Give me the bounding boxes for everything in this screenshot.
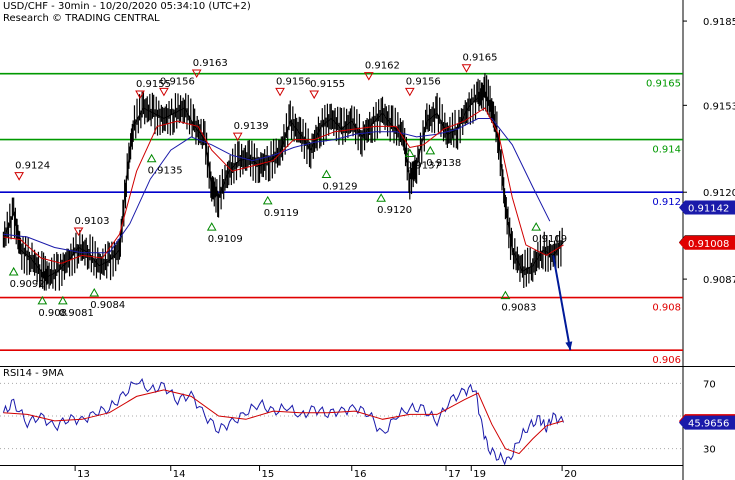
rsi-line xyxy=(2,377,564,466)
swing-high-label: 0.9162 xyxy=(365,61,400,72)
swing-low-marker xyxy=(404,148,415,157)
forecast-arrow-head xyxy=(565,341,573,351)
swing-high-label: 0.9124 xyxy=(15,161,50,172)
level-label-pivot: 0.912 xyxy=(652,197,681,208)
swing-high-marker xyxy=(404,87,415,97)
time-tick-label: 19 xyxy=(473,469,486,480)
price-tag-label: 0.91142 xyxy=(688,203,729,214)
swing-low-label: 0.9135 xyxy=(148,166,183,177)
level-label-resistance: 0.9165 xyxy=(646,79,681,90)
swing-low-label: 0.9120 xyxy=(377,205,412,216)
swing-low-label: 0.9092 xyxy=(10,279,45,290)
swing-low-label: 0.9109 xyxy=(532,234,567,245)
swing-low-marker xyxy=(146,153,157,163)
swing-low-label: 0.9083 xyxy=(501,303,536,314)
swing-low-marker xyxy=(262,195,273,205)
time-tick-label: 15 xyxy=(262,469,275,480)
swing-low-marker xyxy=(206,222,217,231)
swing-low-marker xyxy=(89,287,100,297)
swing-high-marker xyxy=(14,172,24,181)
swing-low-label: 0.9084 xyxy=(90,300,125,311)
swing-high-label: 0.9103 xyxy=(75,216,110,227)
level-label-resistance: 0.914 xyxy=(652,145,681,156)
swing-low-label: 0.9119 xyxy=(264,208,299,219)
swing-low-marker xyxy=(425,145,436,155)
rsi-tick-label: 70 xyxy=(703,379,716,390)
swing-high-label: 0.9139 xyxy=(234,121,269,132)
swing-high-label: 0.9156 xyxy=(276,76,311,87)
swing-low-label: 0.9109 xyxy=(208,234,243,245)
swing-low-label: 0.9081 xyxy=(59,308,94,319)
swing-low-marker xyxy=(8,266,19,276)
rsi-tag-label: 45.9656 xyxy=(688,419,729,430)
time-tick-label: 13 xyxy=(77,469,90,480)
swing-low-marker xyxy=(321,169,332,179)
swing-high-marker xyxy=(275,87,285,97)
swing-high-label: 0.9156 xyxy=(160,76,195,87)
level-label-support: 0.908 xyxy=(652,303,681,314)
price-chart: 0.9087 0.9120 0.9153 0.9185 0.9165 0.914 0.912… xyxy=(0,0,735,480)
rsi-tick-label: 30 xyxy=(703,445,716,456)
forecast-arrow-shaft xyxy=(552,255,572,351)
swing-low-marker xyxy=(531,222,542,231)
swing-low-label: 0.9129 xyxy=(322,182,357,193)
swing-high-label: 0.9156 xyxy=(406,76,441,87)
price-tick-label: 0.9087 xyxy=(703,275,735,286)
swing-high-label: 0.9163 xyxy=(193,58,228,69)
swing-high-marker xyxy=(461,64,472,73)
price-tick-label: 0.9185 xyxy=(703,17,735,28)
price-tick-label: 0.9120 xyxy=(703,188,735,199)
swing-high-marker xyxy=(309,90,320,100)
price-tick-label: 0.9153 xyxy=(703,101,735,112)
time-tick-label: 14 xyxy=(173,469,186,480)
swing-low-marker xyxy=(376,193,386,202)
time-tick-label: 20 xyxy=(564,469,577,480)
level-label-support: 0.906 xyxy=(652,355,681,366)
swing-low-label: 0.9138 xyxy=(426,158,461,169)
swing-high-label: 0.9165 xyxy=(462,53,497,64)
swing-high-label: 0.9155 xyxy=(310,79,345,90)
time-tick-label: 17 xyxy=(448,469,461,480)
price-tag-label: 0.91008 xyxy=(688,239,729,250)
time-tick-label: 16 xyxy=(354,469,367,480)
